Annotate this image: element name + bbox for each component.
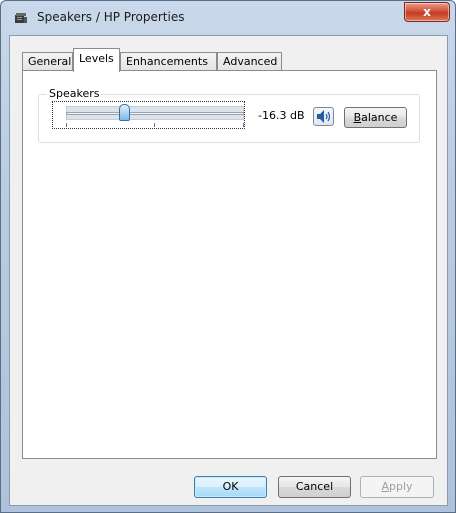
balance-label: alance	[361, 111, 398, 124]
volume-value: -16.3 dB	[258, 109, 305, 122]
volume-channel	[66, 112, 244, 115]
volume-slider-thumb[interactable]	[119, 104, 131, 121]
close-button[interactable]: x	[404, 2, 450, 22]
volume-slider[interactable]	[52, 101, 245, 129]
tab-enhancements[interactable]: Enhancements	[120, 52, 217, 71]
slider-tick	[243, 123, 244, 127]
dialog-client-area: General Levels Enhancements Advanced Spe…	[9, 35, 448, 506]
speakers-group: Speakers -16.3 dB Balance	[38, 87, 420, 143]
title-bar[interactable]: Speakers / HP Properties x	[1, 1, 455, 35]
tab-advanced[interactable]: Advanced	[217, 52, 282, 71]
properties-window: Speakers / HP Properties x General Level…	[0, 0, 456, 513]
ok-button[interactable]: OK	[194, 476, 267, 498]
balance-mnemonic: B	[353, 111, 362, 124]
window-title: Speakers / HP Properties	[37, 10, 185, 24]
cancel-button[interactable]: Cancel	[278, 476, 351, 498]
apply-label: pply	[389, 480, 413, 493]
speaker-app-icon	[13, 10, 29, 26]
slider-tick	[154, 123, 155, 127]
levels-panel: Speakers -16.3 dB Balance	[22, 70, 437, 459]
tab-general[interactable]: General	[22, 52, 73, 71]
balance-button[interactable]: Balance	[344, 107, 407, 128]
speaker-volume-icon	[317, 110, 331, 123]
slider-tick	[66, 123, 67, 127]
apply-mnemonic: A	[381, 480, 389, 493]
tab-levels[interactable]: Levels	[73, 48, 120, 72]
apply-button[interactable]: Apply	[360, 476, 434, 498]
speakers-group-label: Speakers	[47, 87, 102, 101]
mute-button[interactable]	[313, 107, 334, 126]
